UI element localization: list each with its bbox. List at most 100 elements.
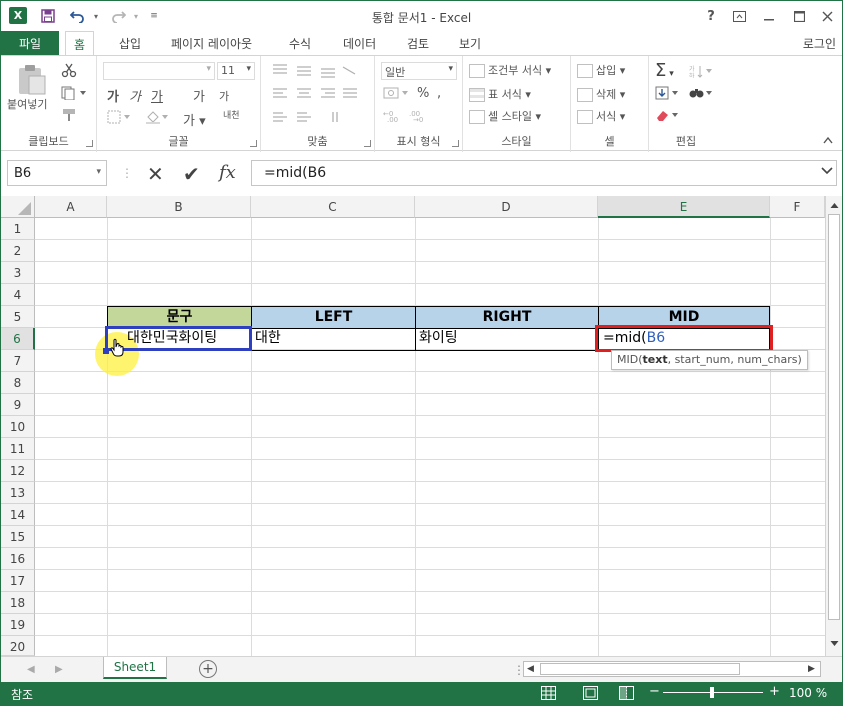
close-button[interactable] [815,5,839,27]
tab-file[interactable]: 파일 [1,31,59,55]
grow-font-button[interactable]: 가 [193,86,205,105]
tab-formulas[interactable]: 수식 [281,31,319,55]
autosum-button[interactable]: Σ ▾ [655,60,674,81]
add-sheet-icon[interactable]: + [199,660,217,678]
redo-icon[interactable] [109,7,127,25]
normal-view-icon[interactable] [541,686,556,703]
row-header-5[interactable]: 5 [1,306,35,328]
underline-button[interactable]: 가 [151,86,163,105]
formula-input[interactable]: =mid(B6 [251,160,837,186]
row-header-1[interactable]: 1 [1,218,35,240]
number-format-select[interactable]: 일반 ▾ [381,62,457,80]
scroll-right-icon[interactable]: ▶ [808,664,815,674]
scroll-down-icon[interactable] [828,636,840,650]
enter-button[interactable]: ✔ [183,162,200,186]
row-header-2[interactable]: 2 [1,240,35,262]
customize-quick-access-icon[interactable]: ≡ [145,7,163,25]
row-header-7[interactable]: 7 [1,350,35,372]
cell-d5[interactable]: RIGHT [415,306,599,329]
zoom-level[interactable]: 100 % [789,686,827,700]
zoom-out-button[interactable]: − [649,684,660,699]
sort-filter-icon[interactable]: 가하 [689,64,715,81]
alignment-launcher-icon[interactable] [364,140,371,147]
vertical-scrollbar[interactable] [825,196,842,656]
cell-e6-formula[interactable]: =mid(B6 [599,328,767,350]
tab-data[interactable]: 데이터 [335,31,384,55]
fill-icon[interactable] [655,86,681,103]
insert-function-button[interactable]: fx [219,162,236,183]
tab-page-layout[interactable]: 페이지 레이아웃 [163,31,260,55]
save-icon[interactable] [39,7,57,25]
find-select-icon[interactable] [689,86,715,103]
zoom-in-button[interactable]: + [769,684,780,699]
ribbon-display-button[interactable] [727,5,751,27]
font-launcher-icon[interactable] [250,140,257,147]
insert-cells-button[interactable]: 삽입 ▾ [577,62,625,78]
clipboard-launcher-icon[interactable] [86,140,93,147]
expand-formula-bar-icon[interactable] [821,166,833,179]
font-name-select[interactable]: ▾ [103,62,215,80]
row-header-8[interactable]: 8 [1,372,35,394]
column-header-c[interactable]: C [251,196,415,218]
decrease-decimal-icon[interactable]: .00 →0 [409,108,429,125]
cell-styles-button[interactable]: 셀 스타일 ▾ [469,108,541,124]
align-top-icon[interactable] [271,62,361,129]
increase-decimal-icon[interactable]: ←0.00 [383,108,403,125]
currency-icon[interactable] [383,86,411,103]
column-header-a[interactable]: A [35,196,107,218]
font-color-button[interactable]: 가 ▾ [183,110,206,129]
horizontal-scrollbar[interactable]: ◀ ▶ [523,661,821,677]
border-icon[interactable] [107,110,133,127]
row-header-17[interactable]: 17 [1,570,35,592]
cancel-entry-button[interactable]: ✕ [147,162,164,186]
sheet-tab-sheet1[interactable]: Sheet1 [103,657,167,679]
row-header-6[interactable]: 6 [1,328,35,350]
next-sheet-icon[interactable]: ▶ [55,664,63,675]
row-header-3[interactable]: 3 [1,262,35,284]
font-size-select[interactable]: 11 ▾ [217,62,255,80]
shrink-font-button[interactable]: 가 [219,88,229,104]
column-header-f[interactable]: F [770,196,825,218]
help-button[interactable]: ? [699,5,723,27]
select-all-button[interactable] [1,196,35,218]
cell-c5[interactable]: LEFT [251,306,416,329]
cell-c6[interactable]: 대한 [251,328,416,351]
tab-view[interactable]: 보기 [451,31,489,55]
collapse-ribbon-icon[interactable] [823,134,833,147]
number-launcher-icon[interactable] [452,140,459,147]
italic-button[interactable]: 가 [129,86,141,105]
bold-button[interactable]: 가 [107,86,119,105]
copy-icon[interactable] [61,86,87,103]
minimize-button[interactable] [757,5,781,27]
row-header-12[interactable]: 12 [1,460,35,482]
zoom-slider-thumb[interactable] [710,687,714,698]
row-header-15[interactable]: 15 [1,526,35,548]
redo-dropdown-icon[interactable]: ▾ [127,7,145,25]
percent-button[interactable]: % [417,86,429,101]
row-header-14[interactable]: 14 [1,504,35,526]
horizontal-scroll-thumb[interactable] [540,663,740,675]
row-header-13[interactable]: 13 [1,482,35,504]
cell-d6[interactable]: 화이팅 [415,328,599,351]
comma-style-icon[interactable]: , [437,86,441,101]
signin-link[interactable]: 로그인 [803,35,836,52]
conditional-formatting-button[interactable]: 조건부 서식 ▾ [469,62,551,78]
name-box[interactable]: B6 ▾ [7,160,107,186]
column-header-b[interactable]: B [107,196,251,218]
tab-home[interactable]: 홈 [65,31,95,56]
phonetic-button[interactable]: 내천 [223,108,240,121]
page-break-view-icon[interactable] [619,686,634,703]
vertical-scroll-thumb[interactable] [828,214,840,620]
row-header-10[interactable]: 10 [1,416,35,438]
cut-icon[interactable] [61,62,77,81]
row-header-9[interactable]: 9 [1,394,35,416]
scroll-left-icon[interactable]: ◀ [527,664,534,674]
worksheet-grid[interactable]: A B C D E F 1 2 3 4 5 6 7 8 9 10 11 12 1… [1,196,825,656]
row-header-16[interactable]: 16 [1,548,35,570]
row-header-20[interactable]: 20 [1,636,35,656]
clear-icon[interactable] [655,108,681,125]
scroll-up-icon[interactable] [828,198,840,212]
tab-review[interactable]: 검토 [399,31,437,55]
column-header-e[interactable]: E [598,196,770,218]
fill-color-icon[interactable] [145,110,171,127]
